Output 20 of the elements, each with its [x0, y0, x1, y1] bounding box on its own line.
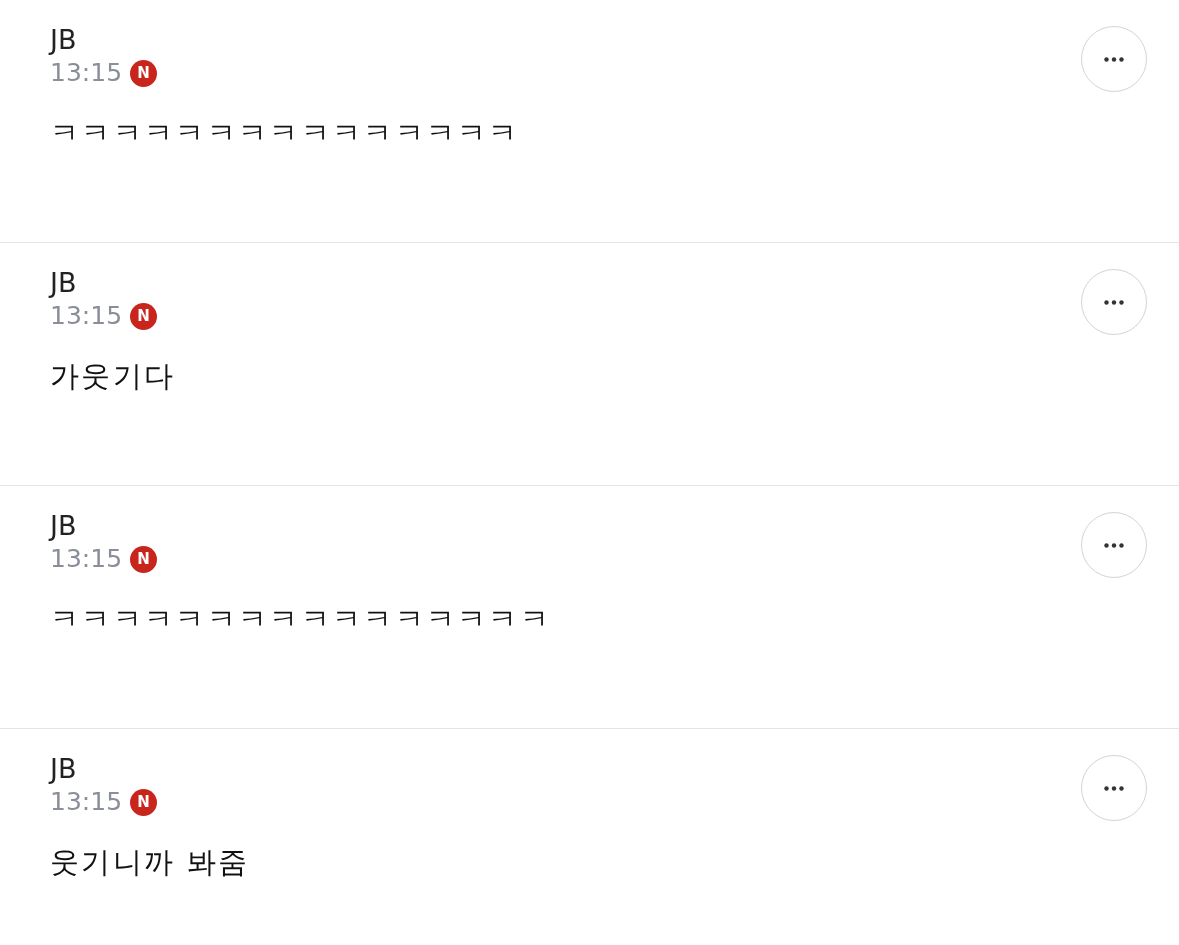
author-name: JB	[50, 752, 78, 786]
more-icon	[1104, 299, 1124, 305]
comment-text: ㅋㅋㅋㅋㅋㅋㅋㅋㅋㅋㅋㅋㅋㅋㅋ	[50, 114, 520, 152]
new-badge: N	[130, 59, 158, 87]
more-icon	[1104, 56, 1124, 62]
author-name: JB	[50, 23, 78, 57]
more-icon	[1104, 542, 1124, 548]
comment-time: 13:15	[50, 786, 123, 819]
comment-text: ㅋㅋㅋㅋㅋㅋㅋㅋㅋㅋㅋㅋㅋㅋㅋㅋ	[50, 600, 552, 638]
comment-time: 13:15	[50, 543, 123, 576]
comment-text: 가웃기다	[50, 357, 176, 395]
comment-time: 13:15	[50, 57, 123, 90]
comment-text: 웃기니까 봐줌	[50, 843, 250, 881]
more-icon	[1104, 785, 1124, 791]
new-badge: N	[130, 545, 158, 573]
author-name: JB	[50, 509, 78, 543]
author-name: JB	[50, 266, 78, 300]
new-badge: N	[130, 302, 158, 330]
comment-time: 13:15	[50, 300, 123, 333]
new-badge: N	[130, 788, 158, 816]
